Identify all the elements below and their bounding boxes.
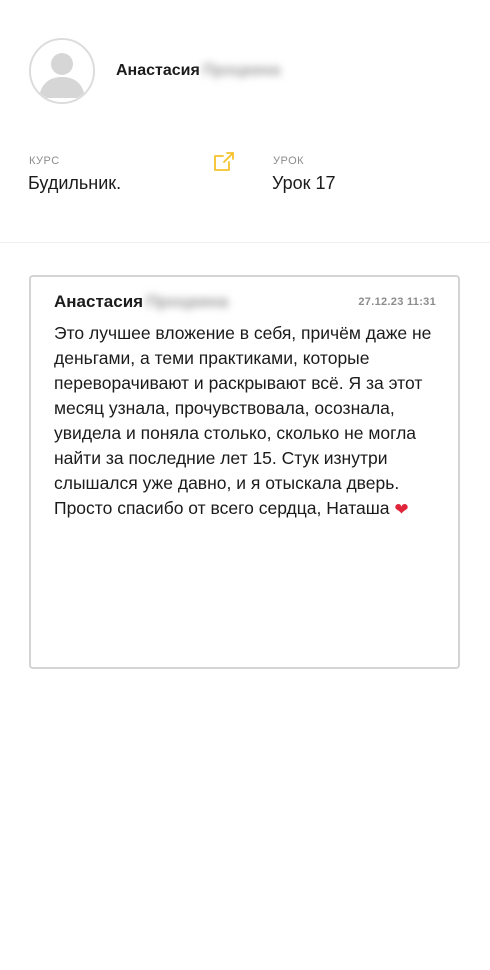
- review-text: Это лучшее вложение в себя, причём даже …: [54, 321, 444, 522]
- review-text-body: Это лучшее вложение в себя, причём даже …: [54, 323, 432, 518]
- lesson-value: Урок 17: [272, 173, 336, 193]
- course-caption: КУРС: [29, 155, 60, 167]
- review-author: Анастасия Процкина: [54, 292, 228, 312]
- user-name: Анастасия Процкина: [116, 62, 280, 80]
- user-first-name: Анастасия: [116, 62, 200, 79]
- user-surname-blurred: Процкина: [202, 62, 281, 79]
- student-header: Анастасия Процкина КУРС Будильник. УРОК У…: [0, 0, 490, 243]
- external-link-icon[interactable]: [212, 150, 236, 172]
- review-author-first-name: Анастасия: [54, 292, 144, 311]
- review-author-surname-blurred: Процкина: [146, 292, 229, 311]
- review-card: Анастасия Процкина 27.12.23 11:31 Это луч…: [29, 275, 460, 669]
- user-avatar[interactable]: [29, 38, 95, 104]
- heart-icon: ❤: [394, 500, 409, 519]
- lesson-caption: УРОК: [273, 155, 305, 167]
- course-value: Будильник.: [28, 173, 122, 193]
- user-placeholder-icon: [31, 40, 93, 102]
- review-date: 27.12.23 11:31: [358, 296, 436, 308]
